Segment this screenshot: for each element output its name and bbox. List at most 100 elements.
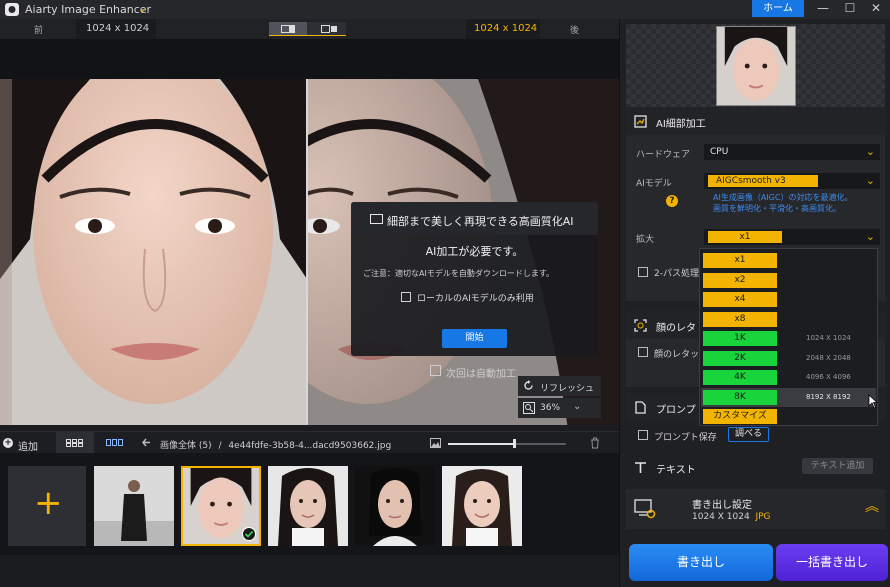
add-plus-icon[interactable]: + xyxy=(3,438,13,448)
scale-option-label: カスタマイズ xyxy=(703,409,777,424)
zoom-select[interactable]: 36% ⌄ xyxy=(518,398,601,418)
dialog-message: AI加工が必要です。 xyxy=(425,245,524,258)
scale-dropdown-menu: x1 x2 x4 x8 1K 1024 X 1024 2K 2048 X 2048 4K 4096… xyxy=(699,248,878,426)
face-retouch-section-title: 顔のレタ xyxy=(656,323,696,334)
refresh-label: リフレッシュ xyxy=(540,384,595,394)
breadcrumb-file: 4e44fdfe-3b58-4...dacd9503662.jpg xyxy=(228,441,392,451)
scale-option-label: 4K xyxy=(703,370,777,385)
help-icon[interactable]: ? xyxy=(666,195,678,207)
after-resolution: 1024 x 1024 xyxy=(466,19,540,39)
thumbnail-girl-1-image xyxy=(268,466,348,546)
export-settings-title: 書き出し設定 xyxy=(692,500,752,511)
face-retouch-checkbox[interactable] xyxy=(638,347,648,357)
scale-option-x2[interactable]: x2 xyxy=(701,271,876,290)
text-section-header[interactable]: テキスト テキスト追加 xyxy=(626,453,885,481)
thumbnail-size-slider[interactable] xyxy=(448,439,566,448)
add-button[interactable]: 追加 xyxy=(18,438,38,453)
add-text-button[interactable]: テキスト追加 xyxy=(802,458,873,474)
refresh-button[interactable]: リフレッシュ xyxy=(518,376,601,396)
minimize-button[interactable]: — xyxy=(811,0,835,17)
local-model-only-label: ローカルのAIモデルのみ利用 xyxy=(417,294,534,304)
before-resolution: 1024 x 1024 xyxy=(76,19,156,39)
scale-option-x1[interactable]: x1 xyxy=(701,251,876,270)
add-image-tile[interactable]: + xyxy=(8,466,86,546)
refresh-icon xyxy=(524,380,533,390)
scale-option-4K[interactable]: 4K 4096 X 4096 xyxy=(701,368,876,387)
split-view-button[interactable] xyxy=(269,22,307,35)
scale-option-カスタマイズ[interactable]: カスタマイズ xyxy=(701,407,876,426)
zoom-value: 36% xyxy=(540,403,561,413)
filmstrip-toolbar: + 追加 画像全体 (5) / 4e44fdfe-3b58-4...dacd95… xyxy=(0,431,619,454)
after-label: 後 xyxy=(570,26,580,36)
breadcrumb-all-images[interactable]: 画像全体 (5) xyxy=(160,441,212,451)
document-icon xyxy=(635,401,646,414)
ai-detail-section-title: AI細部加工 xyxy=(656,119,706,130)
thumbnail-man[interactable] xyxy=(94,466,174,546)
thumbnail-girl-2-image xyxy=(442,466,522,546)
dialog-header: 細部まで美しく再現できる高画質化AI xyxy=(351,202,598,235)
scale-option-resolution: 2048 X 2048 xyxy=(806,353,851,362)
compare-bar: 前 1024 x 1024 1024 x 1024 後 xyxy=(0,19,619,39)
dialog-note: ご注意：適切なAIモデルを自動ダウンロードします。 xyxy=(363,269,555,278)
export-button[interactable]: 書き出し xyxy=(629,544,773,581)
scale-option-label: x2 xyxy=(703,272,777,288)
home-button[interactable]: ホーム xyxy=(752,0,804,17)
auto-process-label: 次回は自動加工 xyxy=(446,369,516,380)
ai-model-chevron-icon: ⌄ xyxy=(865,174,875,187)
grid-view-button[interactable] xyxy=(56,432,94,454)
scale-select[interactable]: x1 ⌄ xyxy=(704,229,880,245)
split-divider[interactable] xyxy=(306,79,308,425)
hardware-label: ハードウェア xyxy=(636,150,691,160)
scale-option-x4[interactable]: x4 xyxy=(701,290,876,309)
prompt-search-button[interactable]: 調べる xyxy=(728,427,769,442)
slider-handle[interactable] xyxy=(513,439,517,448)
thumbnail-woman-2-image xyxy=(355,466,435,546)
ai-model-select[interactable]: AIGCsmooth v3 ⌄ xyxy=(704,173,880,189)
hardware-select[interactable]: CPU ⌄ xyxy=(704,144,880,160)
thumbnail-girl-1[interactable] xyxy=(268,466,348,546)
breadcrumb-separator: / xyxy=(218,441,222,451)
close-button[interactable]: ✕ xyxy=(864,0,888,17)
app-menu-chevron-icon[interactable]: ⌄ xyxy=(138,2,147,15)
two-pass-checkbox[interactable] xyxy=(638,267,648,277)
prompt-section-title: プロンプ xyxy=(656,405,696,416)
preview-area[interactable]: 細部まで美しく再現できる高画質化AI AI加工が必要です。 ご注意：適切なAIモ… xyxy=(0,39,619,425)
app-title: Aiarty Image Enhancer xyxy=(25,3,152,16)
selected-check-icon xyxy=(242,527,256,541)
breadcrumb: 画像全体 (5) / 4e44fdfe-3b58-4...dacd9503662… xyxy=(160,438,391,451)
scale-label: 拡大 xyxy=(636,235,655,245)
maximize-button[interactable]: ☐ xyxy=(838,0,862,17)
scale-option-1K[interactable]: 1K 1024 X 1024 xyxy=(701,329,876,348)
thumbnail-girl-2[interactable] xyxy=(442,466,522,546)
ai-model-description-1: AI生成画像（AIGC）の対応を最適化。 xyxy=(713,193,853,202)
thumbnail-woman-2[interactable] xyxy=(355,466,435,546)
scale-chevron-icon: ⌄ xyxy=(865,230,875,243)
start-button[interactable]: 開始 xyxy=(442,329,507,348)
local-model-only-checkbox[interactable] xyxy=(401,292,411,302)
mouse-cursor-icon xyxy=(868,394,878,409)
prompt-save-checkbox[interactable] xyxy=(638,430,648,440)
scale-option-8K[interactable]: 8K 8192 X 8192 xyxy=(701,387,876,407)
back-arrow-icon[interactable] xyxy=(142,437,151,448)
strip-view-button[interactable] xyxy=(96,432,134,454)
batch-export-button[interactable]: 一括書き出し xyxy=(776,544,888,581)
auto-process-checkbox[interactable] xyxy=(430,365,441,376)
expand-chevron-icon[interactable]: ︽ xyxy=(865,500,879,514)
ai-detail-icon xyxy=(634,115,647,128)
face-retouch-label: 顔のレタッ xyxy=(654,350,700,360)
side-by-side-icon[interactable] xyxy=(321,25,330,33)
slider-fill xyxy=(448,443,515,445)
export-settings[interactable]: 書き出し設定 1024 X 1024 JPG ︽ xyxy=(626,489,885,529)
view-mode-toggle[interactable] xyxy=(269,22,346,36)
export-format: JPG xyxy=(755,512,771,522)
scale-value: x1 xyxy=(708,231,782,243)
scale-option-2K[interactable]: 2K 2048 X 2048 xyxy=(701,349,876,368)
text-section-title: テキスト xyxy=(656,465,696,476)
scale-option-resolution: 8192 X 8192 xyxy=(806,392,851,401)
trash-icon[interactable] xyxy=(590,437,600,449)
scale-option-x8[interactable]: x8 xyxy=(701,310,876,329)
ai-detail-section-header[interactable]: AI細部加工 xyxy=(626,107,885,135)
hardware-chevron-icon: ⌄ xyxy=(865,145,875,158)
scale-option-resolution: 4096 X 4096 xyxy=(806,373,851,381)
thumbnail-woman-selected[interactable] xyxy=(181,466,261,546)
